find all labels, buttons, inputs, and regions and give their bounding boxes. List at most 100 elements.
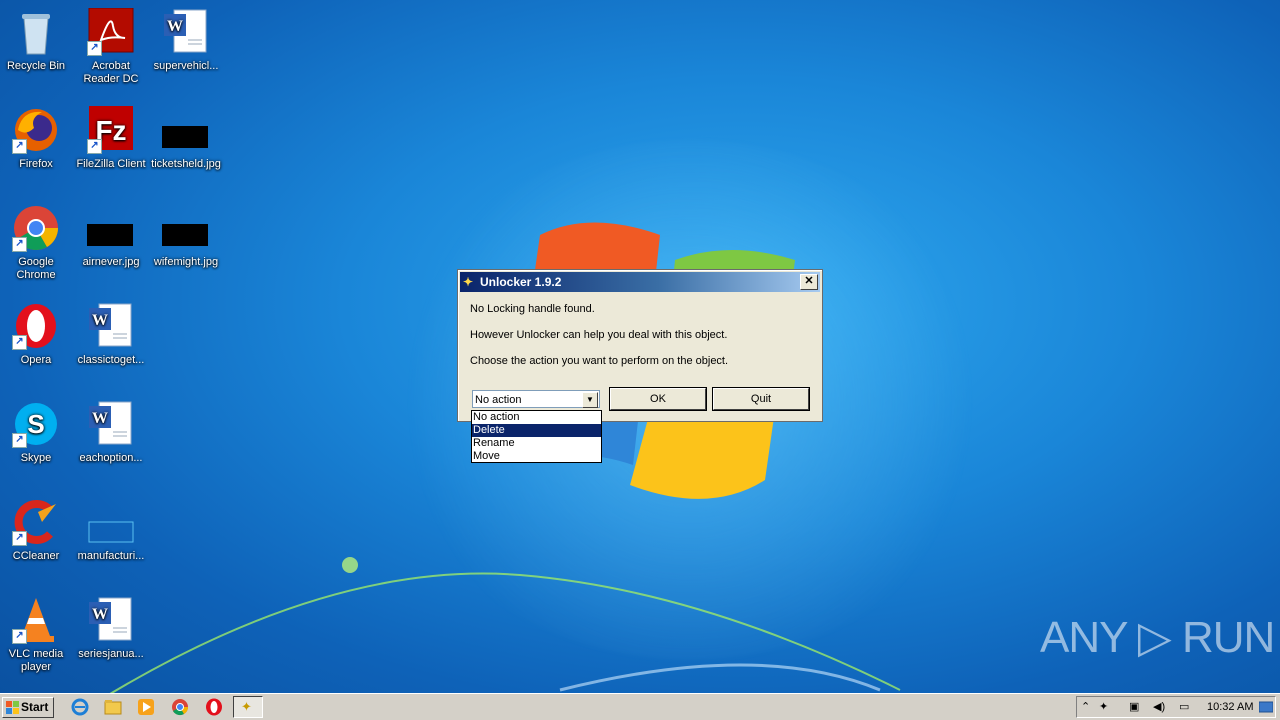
chrome-taskbar-icon[interactable] — [171, 698, 189, 716]
action-select-value: No action — [475, 394, 522, 406]
desktop-icon-ccleaner[interactable]: ↗ CCleaner — [0, 498, 74, 563]
image-file-icon — [162, 106, 210, 154]
message-line-1: No Locking handle found. — [470, 303, 595, 315]
desktop-icon-label: seriesjanua... — [78, 648, 144, 660]
unlocker-taskbar-button[interactable]: ✦ — [233, 696, 263, 718]
dropdown-option-move[interactable]: Move — [472, 450, 601, 463]
system-tray: ⌃ ✦ ▣ ◀) ▭ 10:32 AM — [1076, 696, 1276, 718]
opera-icon: ↗ — [12, 302, 60, 350]
opera-taskbar-icon[interactable] — [205, 698, 223, 716]
desktop-icon-label: VLC media player — [8, 648, 64, 673]
desktop-icon-skype[interactable]: S ↗ Skype — [0, 400, 74, 465]
svg-text:W: W — [167, 18, 183, 35]
recycle-bin-icon — [12, 8, 60, 56]
ok-button[interactable]: OK — [609, 387, 707, 411]
image-file-icon — [162, 204, 210, 252]
desktop-icon-jpg-file[interactable]: airnever.jpg — [73, 204, 149, 269]
shortcut-arrow-icon: ↗ — [87, 139, 102, 154]
message-line-2: However Unlocker can help you deal with … — [470, 329, 728, 341]
desktop-icon-label: supervehicl... — [153, 60, 219, 72]
shortcut-arrow-icon: ↗ — [87, 41, 102, 56]
action-center-icon[interactable]: ▣ — [1129, 700, 1139, 714]
desktop-icon-filezilla[interactable]: Fz ↗ FileZilla Client — [73, 106, 149, 171]
shortcut-arrow-icon: ↗ — [12, 433, 27, 448]
action-select[interactable]: No action ▼ — [472, 390, 600, 408]
word-document-icon: W — [162, 8, 210, 56]
vlc-cone-icon: ↗ — [12, 596, 60, 644]
desktop-icon-label: classictoget... — [77, 354, 145, 366]
desktop-icon-file[interactable]: manufacturi... — [73, 498, 149, 563]
desktop-icon-jpg-file[interactable]: wifemight.jpg — [148, 204, 224, 269]
dialog-title: Unlocker 1.9.2 — [480, 275, 562, 289]
start-label: Start — [21, 700, 49, 714]
close-button[interactable]: ✕ — [800, 274, 818, 290]
desktop-icon-word-doc[interactable]: W supervehicl... — [148, 8, 224, 73]
desktop-icon-label: Opera — [20, 354, 52, 366]
windows-flag-icon — [6, 701, 19, 714]
firefox-icon: ↗ — [12, 106, 60, 154]
word-document-icon: W — [87, 400, 135, 448]
show-hidden-icons-icon[interactable]: ⌃ — [1081, 700, 1090, 714]
message-line-3: Choose the action you want to perform on… — [470, 355, 729, 367]
ccleaner-icon: ↗ — [12, 498, 60, 546]
action-dropdown-list: No action Delete Rename Move — [471, 410, 602, 463]
start-button[interactable]: Start — [2, 697, 54, 718]
desktop-icon-label: Firefox — [19, 158, 53, 170]
desktop-icon-word-doc[interactable]: W eachoption... — [73, 400, 149, 465]
desktop-icon-vlc[interactable]: ↗ VLC media player — [0, 596, 74, 674]
file-explorer-icon[interactable] — [104, 698, 122, 716]
network-icon[interactable]: ▭ — [1179, 700, 1189, 714]
desktop-icon-word-doc[interactable]: W classictoget... — [73, 302, 149, 367]
svg-text:W: W — [92, 410, 108, 427]
desktop-icon-label: ticketsheld.jpg — [151, 158, 221, 170]
desktop-icon-label: Acrobat Reader DC — [83, 60, 139, 85]
desktop-icon-chrome[interactable]: ↗ Google Chrome — [0, 204, 74, 282]
blank-file-icon — [87, 498, 135, 546]
shortcut-arrow-icon: ↗ — [12, 139, 27, 154]
skype-icon: S ↗ — [12, 400, 60, 448]
dropdown-option-delete[interactable]: Delete — [472, 424, 601, 437]
image-file-icon — [87, 204, 135, 252]
volume-icon[interactable]: ◀) — [1153, 700, 1165, 714]
show-desktop-icon[interactable] — [1259, 700, 1273, 714]
taskbar-clock[interactable]: 10:32 AM — [1207, 701, 1253, 713]
acrobat-icon: ↗ — [87, 7, 135, 56]
desktop-icon-label: Skype — [20, 452, 52, 464]
internet-explorer-icon[interactable] — [71, 698, 89, 716]
filezilla-icon: Fz ↗ — [87, 106, 135, 154]
quit-button[interactable]: Quit — [712, 387, 810, 411]
word-document-icon: W — [87, 302, 135, 350]
taskbar: Start ✦ ⌃ ✦ ▣ ◀) ▭ 10:32 AM — [0, 693, 1280, 720]
shortcut-arrow-icon: ↗ — [12, 629, 27, 644]
chevron-down-icon[interactable]: ▼ — [582, 392, 598, 408]
desktop-icon-label: Google Chrome — [16, 256, 56, 281]
word-document-icon: W — [87, 596, 135, 644]
media-player-icon[interactable] — [137, 698, 155, 716]
desktop-icon-opera[interactable]: ↗ Opera — [0, 302, 74, 367]
desktop-icon-firefox[interactable]: ↗ Firefox — [0, 106, 74, 171]
desktop-icon-recycle-bin[interactable]: Recycle Bin — [0, 8, 74, 73]
wand-icon: ✦ — [241, 699, 252, 714]
desktop-icon-label: wifemight.jpg — [153, 256, 219, 268]
dialog-titlebar[interactable]: ✦ Unlocker 1.9.2 ✕ — [460, 272, 820, 292]
shortcut-arrow-icon: ↗ — [12, 237, 27, 252]
desktop-icon-label: CCleaner — [12, 550, 60, 562]
shortcut-arrow-icon: ↗ — [12, 335, 27, 350]
svg-text:W: W — [92, 606, 108, 623]
desktop-icon-acrobat[interactable]: ↗ Acrobat Reader DC — [73, 7, 149, 86]
svg-text:W: W — [92, 312, 108, 329]
desktop-icon-label: Recycle Bin — [6, 60, 66, 72]
unlocker-dialog: ✦ Unlocker 1.9.2 ✕ No Locking handle fou… — [457, 269, 823, 422]
anyrun-watermark: ANY ▷ RUN — [1040, 613, 1275, 662]
desktop-icon-word-doc[interactable]: W seriesjanua... — [73, 596, 149, 661]
desktop-icon-label: manufacturi... — [77, 550, 145, 562]
shortcut-arrow-icon: ↗ — [12, 531, 27, 546]
desktop-icon-label: eachoption... — [79, 452, 143, 464]
chrome-icon: ↗ — [12, 204, 60, 252]
desktop-icon-label: FileZilla Client — [76, 158, 146, 170]
desktop-icon-jpg-file[interactable]: ticketsheld.jpg — [148, 106, 224, 171]
wand-icon: ✦ — [463, 275, 474, 289]
dropdown-option-no-action[interactable]: No action — [472, 411, 601, 424]
dropdown-option-rename[interactable]: Rename — [472, 437, 601, 450]
unlocker-tray-icon[interactable]: ✦ — [1099, 700, 1108, 714]
